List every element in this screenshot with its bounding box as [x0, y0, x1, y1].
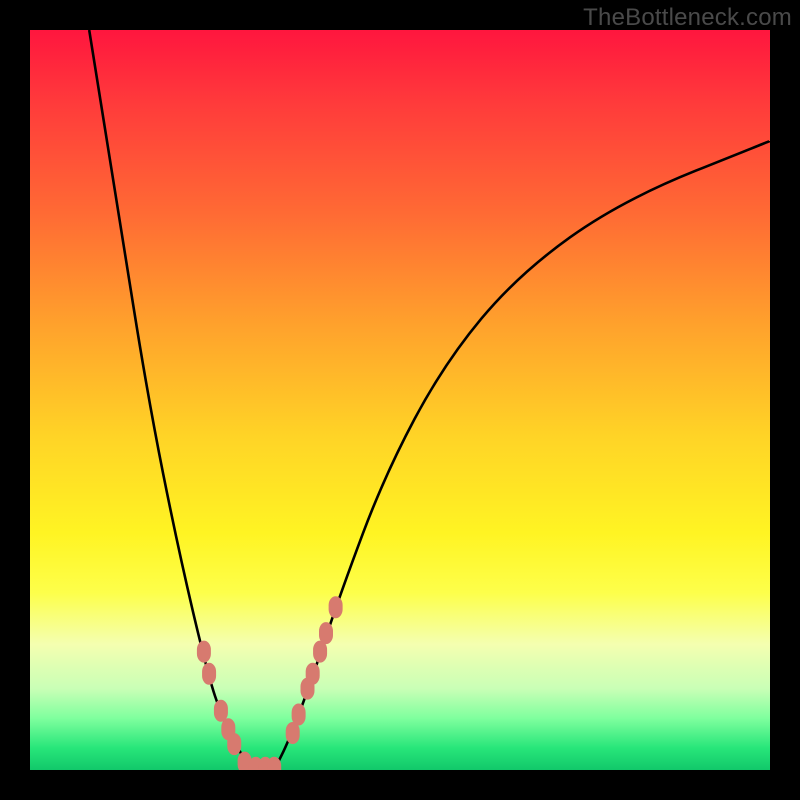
curve-left — [89, 30, 252, 770]
data-marker — [329, 596, 343, 618]
data-marker — [197, 641, 211, 663]
data-marker — [306, 663, 320, 685]
data-marker — [319, 622, 333, 644]
data-marker — [202, 663, 216, 685]
chart-svg — [30, 30, 770, 770]
data-marker — [227, 733, 241, 755]
chart-frame: TheBottleneck.com — [0, 0, 800, 800]
curve-right — [274, 141, 770, 770]
data-marker — [292, 704, 306, 726]
data-marker — [214, 700, 228, 722]
plot-area — [30, 30, 770, 770]
watermark-text: TheBottleneck.com — [583, 4, 792, 32]
data-markers — [197, 596, 343, 770]
